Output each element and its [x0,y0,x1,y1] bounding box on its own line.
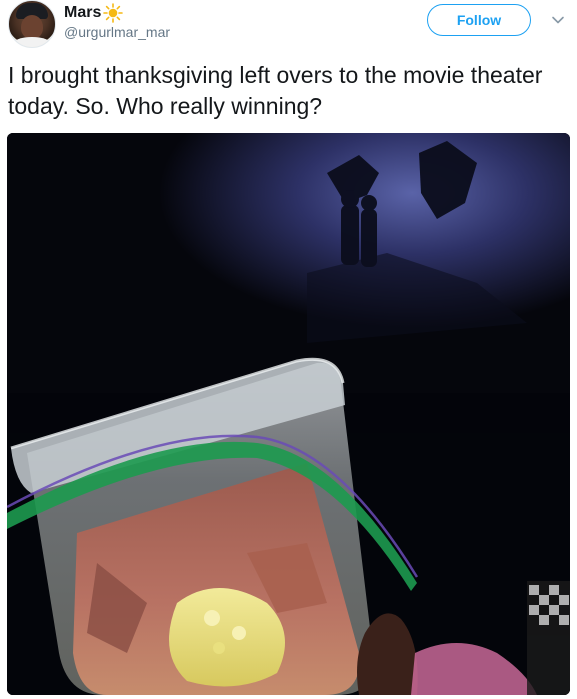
photo-illustration [7,133,570,695]
follow-button[interactable]: Follow [427,4,531,36]
user-name-row[interactable]: Mars [64,2,124,24]
avatar-face [21,15,43,39]
chevron-down-icon[interactable] [550,12,566,28]
tweet-photo[interactable] [7,133,570,695]
avatar-shirt [13,37,51,47]
sun-icon [103,3,124,23]
tweet-header: Mars @urgurlmar_mar Follow [0,0,577,52]
display-name[interactable]: Mars [64,4,101,22]
user-handle[interactable]: @urgurlmar_mar [64,24,170,40]
avatar[interactable] [8,0,56,48]
tweet-text: I brought thanksgiving left overs to the… [8,62,543,119]
